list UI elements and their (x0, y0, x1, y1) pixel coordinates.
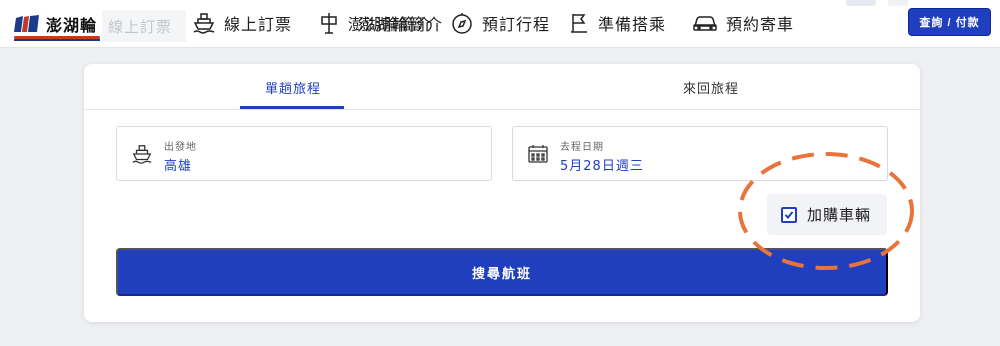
nav-item-prepare[interactable]: 準備搭乘 (568, 10, 666, 36)
date-label: 去程日期 (560, 142, 604, 153)
ghost-booking-field: 線上訂票 (102, 10, 186, 42)
check-icon (784, 210, 794, 219)
car-icon (693, 16, 717, 31)
ship-icon (193, 13, 215, 34)
nav-item-online-booking[interactable]: 線上訂票 (192, 10, 292, 36)
checklist-icon (571, 14, 587, 33)
nav-item-itinerary[interactable]: 預訂行程 (482, 10, 550, 36)
tab-one-way[interactable]: 單趟旅程 (84, 64, 502, 110)
origin-field[interactable]: 出發地 高雄 (116, 126, 492, 181)
ship-icon (132, 145, 152, 164)
brand-name: 澎湖輪 (46, 16, 98, 35)
add-vehicle-label: 加購車輛 (807, 206, 872, 224)
nav-label: 預約寄車 (726, 15, 795, 34)
calendar-icon (528, 145, 548, 163)
origin-label: 出發地 (164, 142, 197, 153)
brand-logo-icon (14, 15, 39, 32)
nav-label: 澎湖輪簡介 (358, 15, 444, 34)
query-pay-button[interactable]: 查詢 / 付款 (908, 8, 991, 36)
signpost-icon (321, 13, 337, 34)
top-decoration (888, 0, 908, 6)
add-vehicle-option[interactable]: 加購車輛 (767, 194, 887, 235)
date-value: 5月28日週三 (560, 159, 644, 174)
nav-item-vehicle[interactable]: 預約寄車 (692, 10, 794, 36)
add-vehicle-checkbox[interactable] (781, 206, 797, 223)
trip-type-tabs: 單趟旅程 來回旅程 (84, 64, 920, 110)
origin-value: 高雄 (164, 159, 193, 174)
search-sailings-button[interactable]: 搜尋航班 (116, 248, 888, 296)
nav-label: 線上訂票 (224, 15, 293, 34)
brand-underline (14, 36, 100, 41)
booking-card: 單趟旅程 來回旅程 出發地 高雄 去程日期 5月28日週三 加購車輛 搜尋航班 (84, 64, 920, 322)
top-navigation-bar: 澎湖輪 線上訂票 線上訂票 澎湖輪簡介 澎湖輪簡介 預訂行程 準備搭乘 預約寄車… (0, 0, 1000, 48)
nav-label: 準備搭乘 (598, 15, 667, 34)
departure-date-field[interactable]: 去程日期 5月28日週三 (512, 126, 888, 181)
top-decoration (846, 0, 876, 6)
brand[interactable]: 澎湖輪 (14, 10, 97, 38)
active-tab-indicator (240, 106, 344, 109)
nav-item-intro-label[interactable]: 澎湖輪簡介 (358, 10, 473, 36)
nav-label: 預訂行程 (482, 15, 551, 34)
tab-round-trip[interactable]: 來回旅程 (502, 64, 920, 110)
compass-icon (452, 13, 472, 34)
